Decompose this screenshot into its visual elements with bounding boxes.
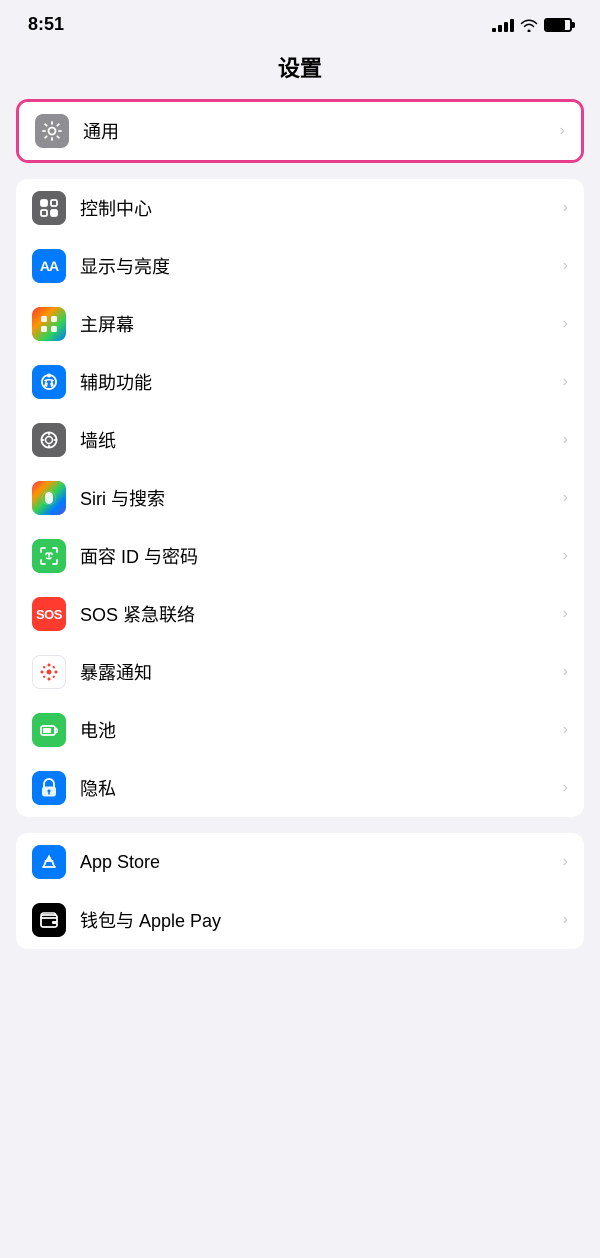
display-icon: AA	[32, 249, 66, 283]
battery-label: 电池	[80, 717, 555, 743]
control-center-icon	[32, 191, 66, 225]
appstore-icon	[32, 845, 66, 879]
general-label: 通用	[83, 118, 552, 144]
page-title: 设置	[0, 43, 600, 99]
general-chevron: ›	[560, 122, 565, 140]
exposure-label: 暴露通知	[80, 659, 555, 685]
settings-item-exposure[interactable]: 暴露通知 ›	[16, 643, 584, 701]
siri-chevron: ›	[563, 489, 568, 507]
home-screen-label: 主屏幕	[80, 311, 555, 337]
privacy-chevron: ›	[563, 779, 568, 797]
faceid-label: 面容 ID 与密码	[80, 543, 555, 569]
battery-status-icon	[544, 18, 572, 32]
wallpaper-chevron: ›	[563, 431, 568, 449]
privacy-label: 隐私	[80, 775, 555, 801]
settings-item-battery[interactable]: 电池 ›	[16, 701, 584, 759]
settings-item-faceid[interactable]: 面容 ID 与密码 ›	[16, 527, 584, 585]
wallpaper-label: 墙纸	[80, 427, 555, 453]
sos-icon: SOS	[32, 597, 66, 631]
display-label: 显示与亮度	[80, 253, 555, 279]
apps-section: App Store › 钱包与 Apple Pay ›	[16, 833, 584, 949]
wifi-icon	[520, 18, 538, 32]
accessibility-label: 辅助功能	[80, 369, 555, 395]
exposure-chevron: ›	[563, 663, 568, 681]
settings-item-display[interactable]: AA 显示与亮度 ›	[16, 237, 584, 295]
control-center-chevron: ›	[563, 199, 568, 217]
accessibility-icon	[32, 365, 66, 399]
settings-item-sos[interactable]: SOS SOS 紧急联络 ›	[16, 585, 584, 643]
general-section: 通用 ›	[16, 99, 584, 163]
appstore-chevron: ›	[563, 853, 568, 871]
wallet-chevron: ›	[563, 911, 568, 929]
wallpaper-icon	[32, 423, 66, 457]
settings-item-accessibility[interactable]: 辅助功能 ›	[16, 353, 584, 411]
accessibility-chevron: ›	[563, 373, 568, 391]
privacy-icon	[32, 771, 66, 805]
appstore-label: App Store	[80, 852, 555, 873]
general-icon	[35, 114, 69, 148]
settings-item-wallpaper[interactable]: 墙纸 ›	[16, 411, 584, 469]
settings-item-general[interactable]: 通用 ›	[19, 102, 581, 160]
home-screen-chevron: ›	[563, 315, 568, 333]
faceid-icon	[32, 539, 66, 573]
wallet-label: 钱包与 Apple Pay	[80, 907, 555, 933]
siri-icon	[32, 481, 66, 515]
settings-item-appstore[interactable]: App Store ›	[16, 833, 584, 891]
sos-label: SOS 紧急联络	[80, 601, 555, 627]
status-bar: 8:51	[0, 0, 600, 43]
status-time: 8:51	[28, 14, 64, 35]
control-center-label: 控制中心	[80, 195, 555, 221]
exposure-icon	[32, 655, 66, 689]
siri-label: Siri 与搜索	[80, 485, 555, 511]
home-screen-icon	[32, 307, 66, 341]
main-settings-section: 控制中心 › AA 显示与亮度 › 主屏幕 ›	[16, 179, 584, 817]
battery-icon	[32, 713, 66, 747]
battery-chevron: ›	[563, 721, 568, 739]
signal-icon	[492, 18, 514, 32]
faceid-chevron: ›	[563, 547, 568, 565]
display-chevron: ›	[563, 257, 568, 275]
sos-chevron: ›	[563, 605, 568, 623]
settings-item-control-center[interactable]: 控制中心 ›	[16, 179, 584, 237]
wallet-icon	[32, 903, 66, 937]
settings-item-privacy[interactable]: 隐私 ›	[16, 759, 584, 817]
settings-item-home-screen[interactable]: 主屏幕 ›	[16, 295, 584, 353]
settings-item-siri[interactable]: Siri 与搜索 ›	[16, 469, 584, 527]
settings-item-wallet[interactable]: 钱包与 Apple Pay ›	[16, 891, 584, 949]
status-icons	[492, 18, 572, 32]
